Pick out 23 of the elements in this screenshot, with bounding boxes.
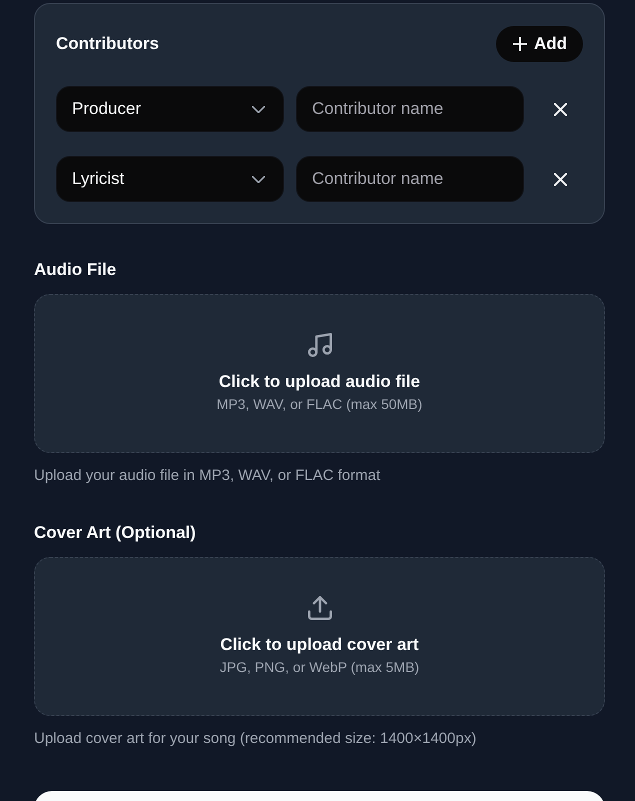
upload-title: Click to upload cover art <box>220 635 419 655</box>
add-button[interactable]: Add <box>496 26 583 62</box>
upload-dropzone[interactable]: Click to upload audio file MP3, WAV, or FLAC (max 50MB) <box>34 294 605 453</box>
help-text: Upload your audio file in MP3, WAV, or FLAC format <box>34 466 382 486</box>
close-icon <box>554 102 566 116</box>
field-label: Audio File <box>34 260 118 280</box>
chevron-down-icon <box>252 176 265 182</box>
role-select[interactable]: Lyricist <box>56 156 284 202</box>
plus-icon <box>512 37 527 51</box>
upload-title: Click to upload audio file <box>218 372 420 392</box>
music-note-icon <box>308 333 332 357</box>
upload-hint: MP3, WAV, or FLAC (max 50MB) <box>216 395 422 414</box>
chevron-down-icon <box>252 106 265 112</box>
name-input[interactable]: Contributor name <box>296 86 524 132</box>
close-icon <box>554 172 566 186</box>
upload-hint: JPG, PNG, or WebP (max 5MB) <box>220 658 420 677</box>
section-title: Contributors <box>56 34 159 54</box>
field-label: Cover Art (Optional) <box>34 523 197 543</box>
help-text: Upload cover art for your song (recommended size: 1400×1400px) <box>34 729 478 749</box>
upload-dropzone[interactable]: Click to upload cover art JPG, PNG, or WebP (max 5MB) <box>34 557 605 716</box>
upload-icon <box>308 596 332 620</box>
role-select[interactable]: Producer <box>56 86 284 132</box>
name-input[interactable]: Contributor name <box>296 156 524 202</box>
